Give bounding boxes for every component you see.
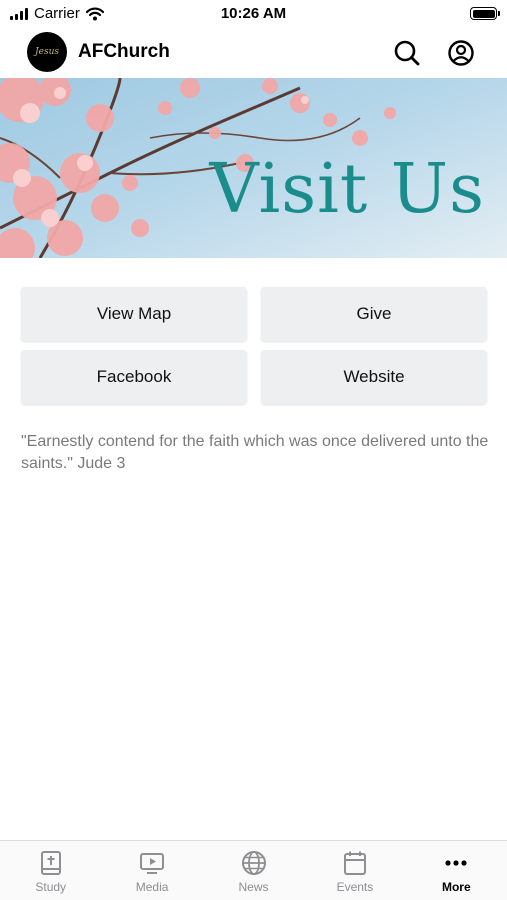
app-header: Jesus AFChurch <box>0 28 507 78</box>
search-icon[interactable] <box>392 38 422 68</box>
status-bar: Carrier 10:26 AM <box>0 0 507 28</box>
more-icon <box>445 860 467 866</box>
visit-us-banner: Visit Us <box>0 78 507 258</box>
tab-bar: Study Media News Events More <box>0 840 507 900</box>
give-button[interactable]: Give <box>261 287 487 341</box>
app-title: AFChurch <box>78 41 170 62</box>
account-icon[interactable] <box>446 38 476 68</box>
battery-icon <box>470 7 500 20</box>
tab-events[interactable]: Events <box>304 841 405 900</box>
banner-title: Visit Us <box>209 150 485 229</box>
tab-label: News <box>238 880 269 894</box>
calendar-icon <box>343 851 366 875</box>
tab-media[interactable]: Media <box>101 841 202 900</box>
church-logo: Jesus <box>27 32 67 72</box>
facebook-button[interactable]: Facebook <box>21 350 247 404</box>
website-button[interactable]: Website <box>261 350 487 404</box>
status-time: 10:26 AM <box>220 5 287 22</box>
media-icon <box>140 853 165 874</box>
tab-label: More <box>441 880 471 894</box>
tab-news[interactable]: News <box>203 841 304 900</box>
view-map-button[interactable]: View Map <box>21 287 247 341</box>
tab-label: Events <box>336 880 374 894</box>
tab-label: Media <box>135 880 169 894</box>
scripture-verse: "Earnestly contend for the faith which w… <box>21 433 489 472</box>
globe-icon <box>241 851 266 875</box>
tab-label: Study <box>35 880 67 894</box>
bible-icon <box>40 851 61 875</box>
tab-more[interactable]: More <box>406 841 507 900</box>
tab-study[interactable]: Study <box>0 841 101 900</box>
logo-text: Jesus <box>35 47 59 57</box>
